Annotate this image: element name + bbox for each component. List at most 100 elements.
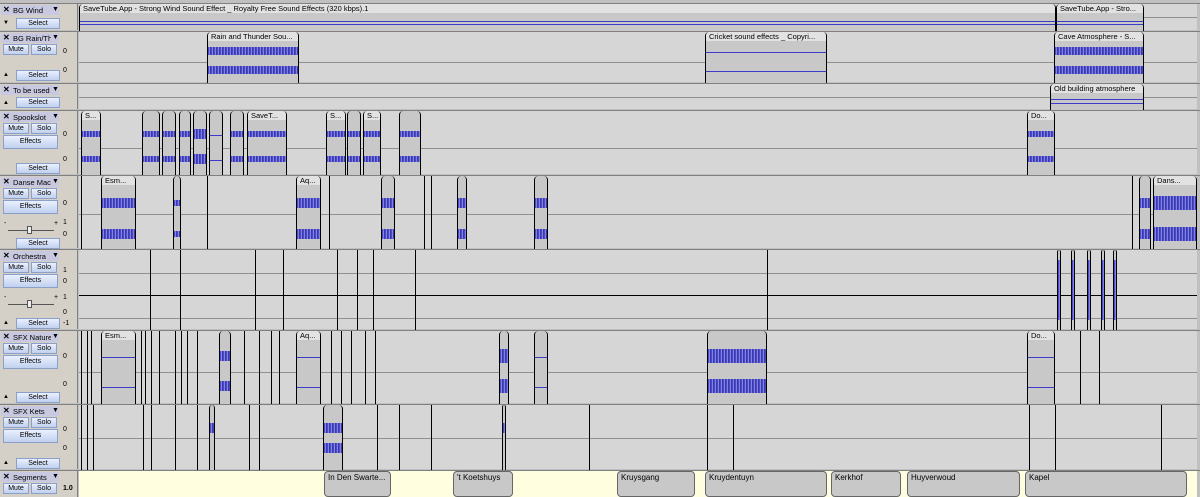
audio-clip[interactable]: [499, 331, 509, 404]
audio-clip[interactable]: Esm...: [101, 331, 136, 404]
select-button[interactable]: Select: [16, 238, 60, 249]
effects-button[interactable]: Effects: [3, 274, 58, 288]
close-icon[interactable]: ✕: [3, 5, 10, 14]
audio-clip[interactable]: Aq...: [296, 331, 321, 404]
clip-title[interactable]: Rain and Thunder Sou...: [208, 32, 298, 41]
audio-clip[interactable]: Do...: [1027, 331, 1055, 404]
audio-clip[interactable]: SaveTube.App - Stro...: [1056, 4, 1144, 31]
clip-title[interactable]: Do...: [1028, 111, 1054, 120]
solo-button[interactable]: Solo: [31, 44, 57, 55]
audio-clip[interactable]: S...: [363, 111, 381, 175]
track-name[interactable]: Orchestra: [13, 252, 51, 261]
audio-clip[interactable]: [457, 176, 467, 249]
collapse-arrow-icon[interactable]: ▲: [3, 394, 9, 400]
collapse-arrow-icon[interactable]: ▲: [3, 100, 9, 106]
clip-title[interactable]: S...: [327, 111, 345, 120]
audio-clip[interactable]: [162, 111, 176, 175]
track-header[interactable]: ✕ Danse Maca ▼: [1, 177, 59, 187]
select-button[interactable]: Select: [16, 97, 60, 108]
solo-button[interactable]: Solo: [31, 262, 57, 273]
audio-clip[interactable]: [219, 331, 231, 404]
audio-clip[interactable]: [534, 331, 548, 404]
select-button[interactable]: Select: [16, 18, 60, 29]
collapse-arrow-icon[interactable]: ▼: [3, 20, 9, 26]
mute-button[interactable]: Mute: [3, 44, 29, 55]
clip-title[interactable]: SaveTube.App - Stro...: [1057, 4, 1143, 13]
track-waveform-area[interactable]: [79, 250, 1197, 330]
chevron-down-icon[interactable]: ▼: [52, 407, 59, 414]
track-header[interactable]: ✕ SFX Nature ▼: [1, 332, 59, 342]
select-button[interactable]: Select: [16, 70, 60, 81]
select-button[interactable]: Select: [16, 392, 60, 403]
effects-button[interactable]: Effects: [3, 200, 58, 214]
segment-label[interactable]: Kruysgang: [617, 471, 695, 497]
select-button[interactable]: Select: [16, 458, 60, 469]
audio-clip[interactable]: SaveTube.App - Strong Wind Sound Effect …: [79, 4, 1056, 31]
track-header[interactable]: ✕ To be used ▼: [1, 85, 59, 95]
audio-clip[interactable]: [1071, 250, 1075, 330]
audio-clip[interactable]: Dans...: [1153, 176, 1197, 249]
track-waveform-area[interactable]: Old building atmosphere: [79, 84, 1197, 110]
track-name[interactable]: BG Rain/Thu: [13, 34, 51, 43]
mute-button[interactable]: Mute: [3, 343, 29, 354]
gain-slider-knob[interactable]: [27, 300, 32, 308]
track-waveform-area[interactable]: Esm... Aq... Do...: [79, 331, 1197, 404]
segment-label[interactable]: 't Koetshuys: [453, 471, 513, 497]
audio-clip[interactable]: [381, 176, 395, 249]
audio-clip[interactable]: [347, 111, 361, 175]
label-track-area[interactable]: In Den Swarte... 't Koetshuys Kruysgang …: [79, 471, 1197, 497]
mute-button[interactable]: Mute: [3, 123, 29, 134]
segment-label[interactable]: Huyverwoud: [907, 471, 1020, 497]
clip-title[interactable]: Old building atmosphere: [1051, 84, 1143, 93]
audio-clip[interactable]: Cave Atmosphere - S...: [1054, 32, 1144, 83]
track-header[interactable]: ✕ BG Rain/Thu ▼: [1, 33, 59, 43]
track-header[interactable]: ✕ Segments ▼: [1, 472, 59, 482]
segment-label[interactable]: Kruydentuyn: [705, 471, 827, 497]
track-name[interactable]: Spookslot: [13, 113, 51, 122]
audio-clip[interactable]: [707, 331, 767, 404]
track-waveform-area[interactable]: Rain and Thunder Sou... Cricket sound ef…: [79, 32, 1197, 83]
mute-button[interactable]: Mute: [3, 262, 29, 273]
mute-button[interactable]: Mute: [3, 483, 29, 494]
track-name[interactable]: Danse Maca: [13, 178, 51, 187]
audio-clip[interactable]: [502, 405, 506, 470]
audio-clip[interactable]: [142, 111, 160, 175]
solo-button[interactable]: Solo: [31, 417, 57, 428]
audio-clip[interactable]: [230, 111, 244, 175]
clip-title[interactable]: Aq...: [297, 176, 320, 185]
chevron-down-icon[interactable]: ▼: [52, 113, 59, 120]
clip-title[interactable]: SaveT...: [248, 111, 286, 120]
audio-clip[interactable]: Cricket sound effects _ Copyri...: [705, 32, 827, 83]
segment-label[interactable]: Kapel: [1025, 471, 1187, 497]
audio-clip[interactable]: [399, 111, 421, 175]
track-waveform-area[interactable]: Esm... Aq... Dans...: [79, 176, 1197, 249]
track-name[interactable]: BG Wind: [13, 6, 51, 15]
audio-clip[interactable]: Do...: [1027, 111, 1055, 175]
gain-slider-knob[interactable]: [27, 226, 32, 234]
audio-clip[interactable]: [193, 111, 207, 175]
clip-title[interactable]: Dans...: [1154, 176, 1196, 185]
audio-clip[interactable]: SaveT...: [247, 111, 287, 175]
close-icon[interactable]: ✕: [3, 406, 10, 415]
clip-title[interactable]: SaveTube.App - Strong Wind Sound Effect …: [80, 4, 1055, 13]
track-header[interactable]: ✕ Spookslot ▼: [1, 112, 59, 122]
segment-label[interactable]: In Den Swarte...: [324, 471, 391, 497]
track-waveform-area[interactable]: [79, 405, 1197, 470]
chevron-down-icon[interactable]: ▼: [52, 252, 59, 259]
mute-button[interactable]: Mute: [3, 417, 29, 428]
collapse-arrow-icon[interactable]: ▲: [3, 320, 9, 326]
select-button[interactable]: Select: [16, 318, 60, 329]
select-button[interactable]: Select: [16, 163, 60, 174]
clip-title[interactable]: Esm...: [102, 331, 135, 340]
solo-button[interactable]: Solo: [31, 123, 57, 134]
audio-clip[interactable]: [209, 111, 223, 175]
track-name[interactable]: SFX Kets: [13, 407, 51, 416]
mute-button[interactable]: Mute: [3, 188, 29, 199]
track-waveform-area[interactable]: S... SaveT... S... S... Do...: [79, 111, 1197, 175]
effects-button[interactable]: Effects: [3, 135, 58, 149]
audio-clip[interactable]: [209, 405, 215, 470]
clip-title[interactable]: Do...: [1028, 331, 1054, 340]
collapse-arrow-icon[interactable]: ▲: [3, 72, 9, 78]
track-name[interactable]: To be used: [13, 86, 51, 95]
track-header[interactable]: ✕ Orchestra ▼: [1, 251, 59, 261]
